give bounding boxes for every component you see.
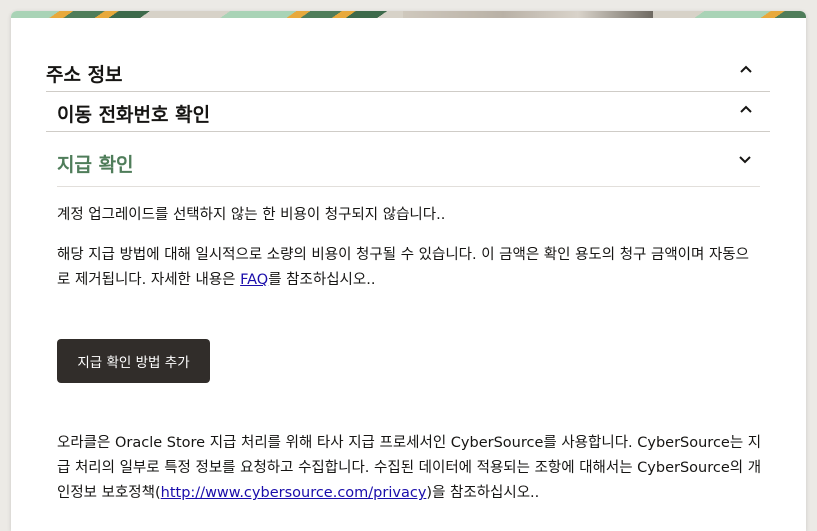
chevron-up-icon[interactable] [739,62,753,76]
cybersource-notice: 오라클은 Oracle Store 지급 처리를 위해 타사 지급 프로세서인 … [57,431,767,506]
payment-info: 해당 지급 방법에 대해 일시적으로 소량의 비용이 청구될 수 있습니다. 이… [57,243,762,293]
chevron-up-icon[interactable] [739,102,753,116]
chevron-down-icon[interactable] [738,152,752,166]
faq-link[interactable]: FAQ [240,272,268,288]
decorative-banner [11,11,806,18]
section-address-title: 주소 정보 [46,64,123,86]
payment-notice: 계정 업그레이드를 선택하지 않는 한 비용이 청구되지 않습니다.. [57,207,446,223]
add-payment-method-button[interactable]: 지급 확인 방법 추가 [57,339,210,383]
section-mobile-header[interactable]: 이동 전화번호 확인 [46,92,770,132]
cybersource-privacy-link[interactable]: http://www.cybersource.com/privacy [161,485,427,501]
payment-info-text-end: 를 참조하십시오.. [268,272,376,288]
section-payment-header[interactable]: 지급 확인 [57,132,760,187]
section-mobile-title: 이동 전화번호 확인 [57,104,211,126]
cybersource-text-end: )을 참조하십시오.. [426,485,540,501]
section-address-header[interactable]: 주소 정보 [46,52,770,92]
payment-info-text: 해당 지급 방법에 대해 일시적으로 소량의 비용이 청구될 수 있습니다. 이… [57,247,749,288]
section-payment-title: 지급 확인 [57,154,134,176]
